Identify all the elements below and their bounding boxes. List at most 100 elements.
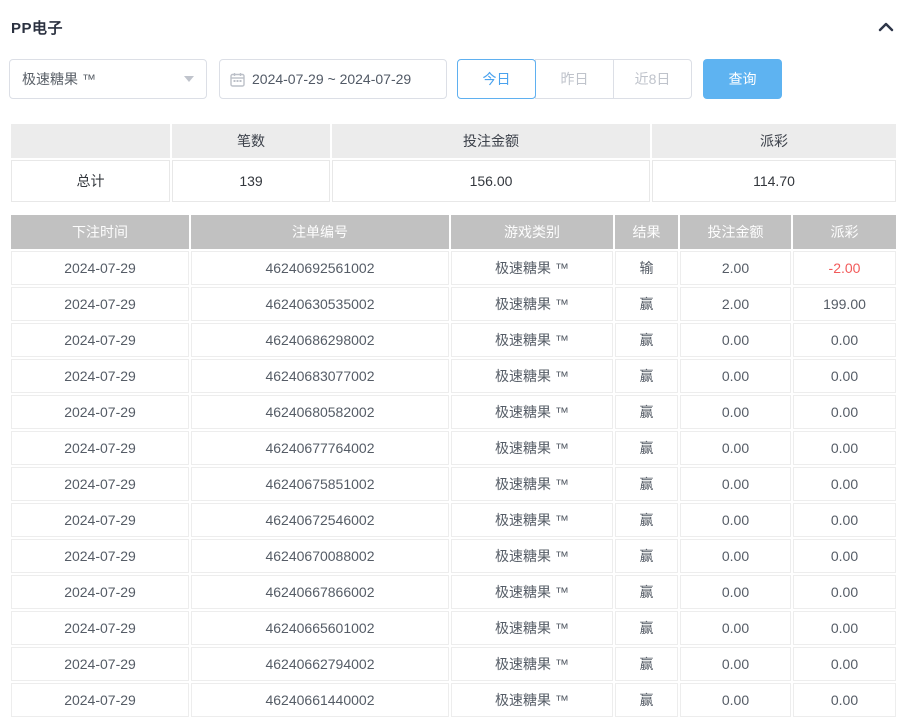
table-cell: 46240667866002 [191, 575, 449, 609]
table-cell: 0.00 [680, 503, 791, 537]
date-range-value: 2024-07-29 ~ 2024-07-29 [252, 71, 411, 87]
quick-filter-group: 今日昨日近8日 [457, 59, 692, 99]
table-cell: 2024-07-29 [11, 359, 189, 393]
table-cell: 0.00 [793, 683, 896, 717]
column-header: 派彩 [652, 124, 896, 158]
quick-filter-0[interactable]: 今日 [457, 59, 536, 99]
table-cell: 2024-07-29 [11, 287, 189, 321]
column-header: 下注时间 [11, 215, 189, 249]
table-cell: 赢 [615, 503, 678, 537]
table-cell: 0.00 [793, 539, 896, 573]
table-cell: 极速糖果 ™ [451, 647, 613, 681]
table-row: 2024-07-2946240686298002极速糖果 ™赢0.000.00 [11, 323, 896, 357]
column-header: 游戏类别 [451, 215, 613, 249]
chevron-down-icon [184, 76, 194, 82]
table-cell: 46240665601002 [191, 611, 449, 645]
table-cell: 2024-07-29 [11, 539, 189, 573]
column-header: 注单编号 [191, 215, 449, 249]
panel-header: PP电子 [9, 0, 898, 40]
table-header-row: 下注时间注单编号游戏类别结果投注金额派彩 [11, 215, 896, 249]
table-cell: 0.00 [793, 431, 896, 465]
table-cell: 2024-07-29 [11, 467, 189, 501]
table-cell: 极速糖果 ™ [451, 287, 613, 321]
table-cell: 赢 [615, 395, 678, 429]
column-header: 笔数 [172, 124, 330, 158]
table-cell: 46240672546002 [191, 503, 449, 537]
table-cell: 0.00 [680, 683, 791, 717]
table-cell: 总计 [11, 160, 170, 202]
table-row: 2024-07-2946240675851002极速糖果 ™赢0.000.00 [11, 467, 896, 501]
table-cell: 0.00 [680, 395, 791, 429]
column-header: 结果 [615, 215, 678, 249]
table-cell: 2024-07-29 [11, 395, 189, 429]
table-cell: 赢 [615, 647, 678, 681]
table-cell: 极速糖果 ™ [451, 611, 613, 645]
table-cell: 赢 [615, 467, 678, 501]
table-row: 2024-07-2946240683077002极速糖果 ™赢0.000.00 [11, 359, 896, 393]
table-cell: 2024-07-29 [11, 431, 189, 465]
table-cell: 0.00 [680, 323, 791, 357]
table-cell: 极速糖果 ™ [451, 395, 613, 429]
table-cell: 赢 [615, 683, 678, 717]
table-row: 2024-07-2946240661440002极速糖果 ™赢0.000.00 [11, 683, 896, 717]
page-title: PP电子 [11, 17, 63, 38]
table-cell: 2024-07-29 [11, 503, 189, 537]
table-cell: 46240692561002 [191, 251, 449, 285]
table-cell: 0.00 [793, 503, 896, 537]
table-row: 2024-07-2946240630535002极速糖果 ™赢2.00199.0… [11, 287, 896, 321]
table-cell: 46240661440002 [191, 683, 449, 717]
table-cell: 赢 [615, 359, 678, 393]
table-cell: 0.00 [793, 467, 896, 501]
table-row: 2024-07-2946240672546002极速糖果 ™赢0.000.00 [11, 503, 896, 537]
bets-table: 下注时间注单编号游戏类别结果投注金额派彩2024-07-294624069256… [9, 213, 898, 719]
pp-electronic-panel: PP电子 极速糖果 ™ 2024 [0, 0, 907, 719]
chevron-up-icon[interactable] [876, 17, 896, 37]
column-header: 投注金额 [332, 124, 650, 158]
date-range-input[interactable]: 2024-07-29 ~ 2024-07-29 [219, 59, 447, 99]
table-row: 总计139156.00114.70 [11, 160, 896, 202]
column-header [11, 124, 170, 158]
table-cell: 输 [615, 251, 678, 285]
table-row: 2024-07-2946240670088002极速糖果 ™赢0.000.00 [11, 539, 896, 573]
table-cell: 极速糖果 ™ [451, 251, 613, 285]
table-cell: 2024-07-29 [11, 251, 189, 285]
table-cell: 2024-07-29 [11, 611, 189, 645]
table-cell: 赢 [615, 575, 678, 609]
table-cell: 极速糖果 ™ [451, 359, 613, 393]
table-cell: 46240630535002 [191, 287, 449, 321]
table-cell: 46240683077002 [191, 359, 449, 393]
table-cell: 极速糖果 ™ [451, 683, 613, 717]
table-cell: 46240680582002 [191, 395, 449, 429]
table-cell: 极速糖果 ™ [451, 503, 613, 537]
query-button[interactable]: 查询 [703, 59, 782, 99]
table-cell: 156.00 [332, 160, 650, 202]
table-cell: 2024-07-29 [11, 647, 189, 681]
table-cell: 46240686298002 [191, 323, 449, 357]
table-cell: 2.00 [680, 251, 791, 285]
table-cell: 0.00 [680, 431, 791, 465]
table-cell: 0.00 [793, 575, 896, 609]
table-cell: 2.00 [680, 287, 791, 321]
table-row: 2024-07-2946240692561002极速糖果 ™输2.00-2.00 [11, 251, 896, 285]
table-cell: 赢 [615, 323, 678, 357]
table-cell: 赢 [615, 287, 678, 321]
table-cell: 赢 [615, 611, 678, 645]
table-cell: 2024-07-29 [11, 575, 189, 609]
game-select[interactable]: 极速糖果 ™ [9, 59, 207, 99]
table-cell: 0.00 [793, 359, 896, 393]
table-cell: 0.00 [680, 575, 791, 609]
filter-controls: 极速糖果 ™ 2024-07-29 ~ 2024-07-29 今日昨日近8日 查… [9, 59, 898, 99]
table-cell: 赢 [615, 431, 678, 465]
table-cell: 46240670088002 [191, 539, 449, 573]
quick-filter-2[interactable]: 近8日 [613, 59, 692, 99]
column-header: 投注金额 [680, 215, 791, 249]
table-cell: 0.00 [793, 395, 896, 429]
quick-filter-1[interactable]: 昨日 [535, 59, 614, 99]
table-cell: 极速糖果 ™ [451, 323, 613, 357]
table-row: 2024-07-2946240680582002极速糖果 ™赢0.000.00 [11, 395, 896, 429]
column-header: 派彩 [793, 215, 896, 249]
table-cell: 2024-07-29 [11, 323, 189, 357]
table-cell: 极速糖果 ™ [451, 467, 613, 501]
table-cell: 0.00 [680, 539, 791, 573]
game-select-value: 极速糖果 ™ [22, 69, 184, 89]
